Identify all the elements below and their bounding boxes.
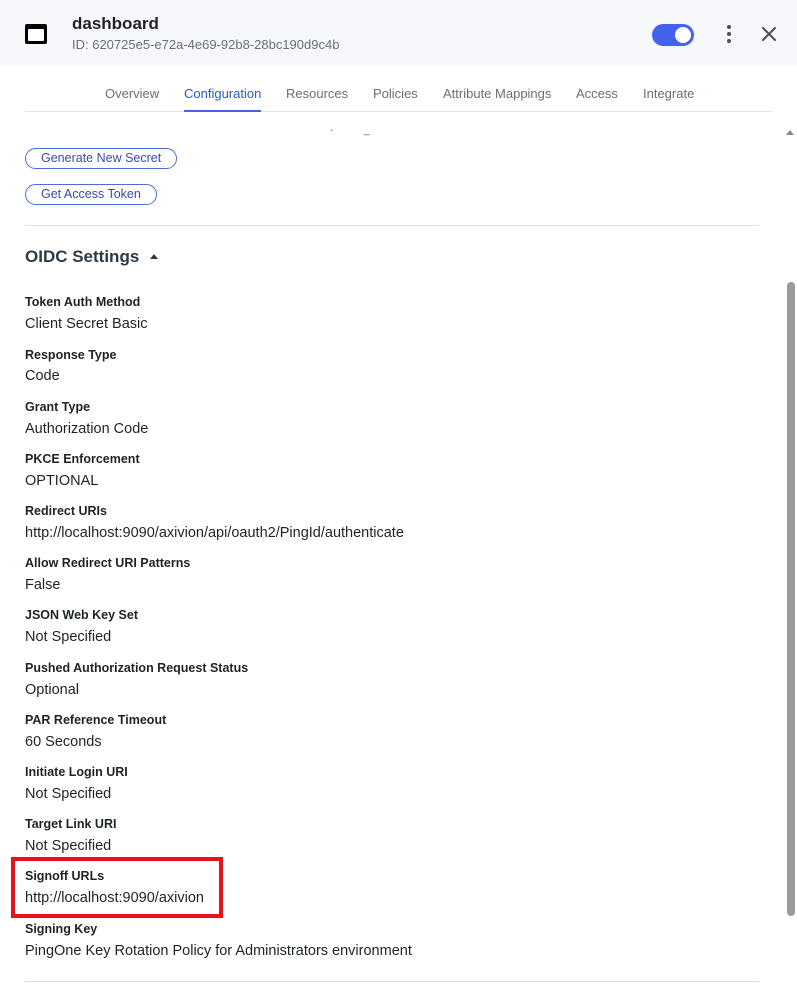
field-value: OPTIONAL: [25, 473, 99, 489]
field-label: Response Type: [25, 348, 117, 362]
field-value: Code: [25, 368, 60, 384]
field-label: Grant Type: [25, 400, 91, 414]
tab-integrate[interactable]: Integrate: [643, 86, 694, 101]
field-label: JSON Web Key Set: [25, 608, 139, 622]
field-label: Signing Key: [25, 922, 98, 936]
field-label: Redirect URIs: [25, 504, 107, 518]
enable-toggle[interactable]: [652, 24, 694, 46]
field-label: PAR Reference Timeout: [25, 713, 167, 727]
highlight-box: [11, 857, 223, 918]
tab-access[interactable]: Access: [576, 86, 618, 101]
field-value: Optional: [25, 682, 80, 698]
scroll-up-arrow-icon[interactable]: [786, 130, 794, 135]
tab-attribute-mappings[interactable]: Attribute Mappings: [443, 86, 551, 101]
field-label: Pushed Authorization Request Status: [25, 661, 249, 675]
tab-bar: Overview Configuration Resources Policie…: [25, 66, 773, 112]
field-value: Not Specified: [25, 629, 112, 645]
oidc-settings-title[interactable]: OIDC Settings: [25, 247, 139, 267]
kebab-menu-icon[interactable]: [720, 22, 738, 46]
caret-up-icon[interactable]: [150, 254, 158, 259]
field-value: Not Specified: [25, 838, 112, 854]
field-value: False: [25, 577, 61, 593]
field-value: 60 Seconds: [25, 734, 102, 750]
field-value: http://localhost:9090/axivion/api/oauth2…: [25, 525, 404, 541]
section-divider: [25, 225, 759, 226]
field-value: PingOne Key Rotation Policy for Administ…: [25, 943, 412, 959]
application-icon: [25, 24, 47, 44]
field-value: Authorization Code: [25, 421, 149, 437]
toggle-knob: [675, 27, 691, 43]
get-access-token-button[interactable]: Get Access Token: [25, 184, 157, 205]
tab-resources[interactable]: Resources: [286, 86, 348, 101]
field-label: Token Auth Method: [25, 295, 141, 309]
app-title: dashboard: [72, 14, 159, 33]
field-value: Not Specified: [25, 786, 112, 802]
field-label: Initiate Login URI: [25, 765, 128, 779]
tab-overview[interactable]: Overview: [105, 86, 159, 101]
field-label: Allow Redirect URI Patterns: [25, 556, 191, 570]
scrollbar-thumb[interactable]: [787, 282, 795, 916]
close-icon[interactable]: [757, 22, 781, 46]
panel-header: dashboard ID: 620725e5-e72a-4e69-92b8-28…: [0, 0, 797, 66]
section-divider: [25, 981, 759, 982]
field-label: Target Link URI: [25, 817, 117, 831]
generate-new-secret-button[interactable]: Generate New Secret: [25, 148, 178, 169]
active-tab-indicator: [184, 110, 261, 112]
tab-policies[interactable]: Policies: [373, 86, 418, 101]
field-label: PKCE Enforcement: [25, 452, 140, 466]
tab-configuration[interactable]: Configuration: [184, 86, 261, 101]
app-id: ID: 620725e5-e72a-4e69-92b8-28bc190d9c4b: [72, 37, 340, 52]
field-value: Client Secret Basic: [25, 316, 148, 332]
clipped-content: · _: [330, 125, 370, 136]
